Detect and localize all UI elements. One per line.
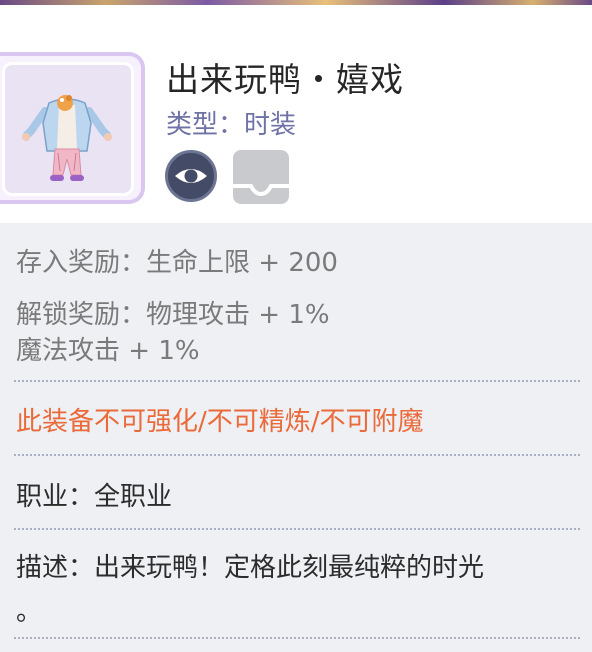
item-header: 出来玩鸭・嬉戏 类型：时装 — [0, 5, 592, 223]
eye-icon — [175, 169, 207, 183]
deposit-reward-text: 存入奖励：生命上限 + 200 — [16, 248, 338, 278]
costume-figure-image — [22, 95, 112, 181]
description-text: 描述：出来玩鸭！定格此刻最纯粹的时光 — [16, 553, 485, 583]
storage-tray-icon — [233, 150, 289, 204]
item-thumbnail — [2, 62, 134, 196]
dotted-divider — [14, 454, 580, 456]
dotted-divider — [14, 637, 580, 639]
preview-button[interactable] — [165, 150, 217, 202]
store-button[interactable] — [233, 150, 289, 204]
item-type: 类型：时装 — [166, 110, 297, 140]
item-thumbnail-frame[interactable] — [0, 52, 145, 204]
profession-text: 职业：全职业 — [16, 482, 173, 512]
item-details-panel: 存入奖励：生命上限 + 200 解锁奖励：物理攻击 + 1% 魔法攻击 + 1%… — [0, 223, 592, 652]
item-title: 出来玩鸭・嬉戏 — [166, 60, 404, 99]
restriction-text: 此装备不可强化/不可精炼/不可附魔 — [16, 407, 424, 437]
description-text-cont: 。 — [16, 597, 43, 627]
unlock-reward-text: 解锁奖励：物理攻击 + 1% — [16, 300, 330, 330]
unlock-reward-text-cont: 魔法攻击 + 1% — [16, 336, 200, 366]
dotted-divider — [14, 380, 580, 382]
dotted-divider — [14, 528, 580, 530]
